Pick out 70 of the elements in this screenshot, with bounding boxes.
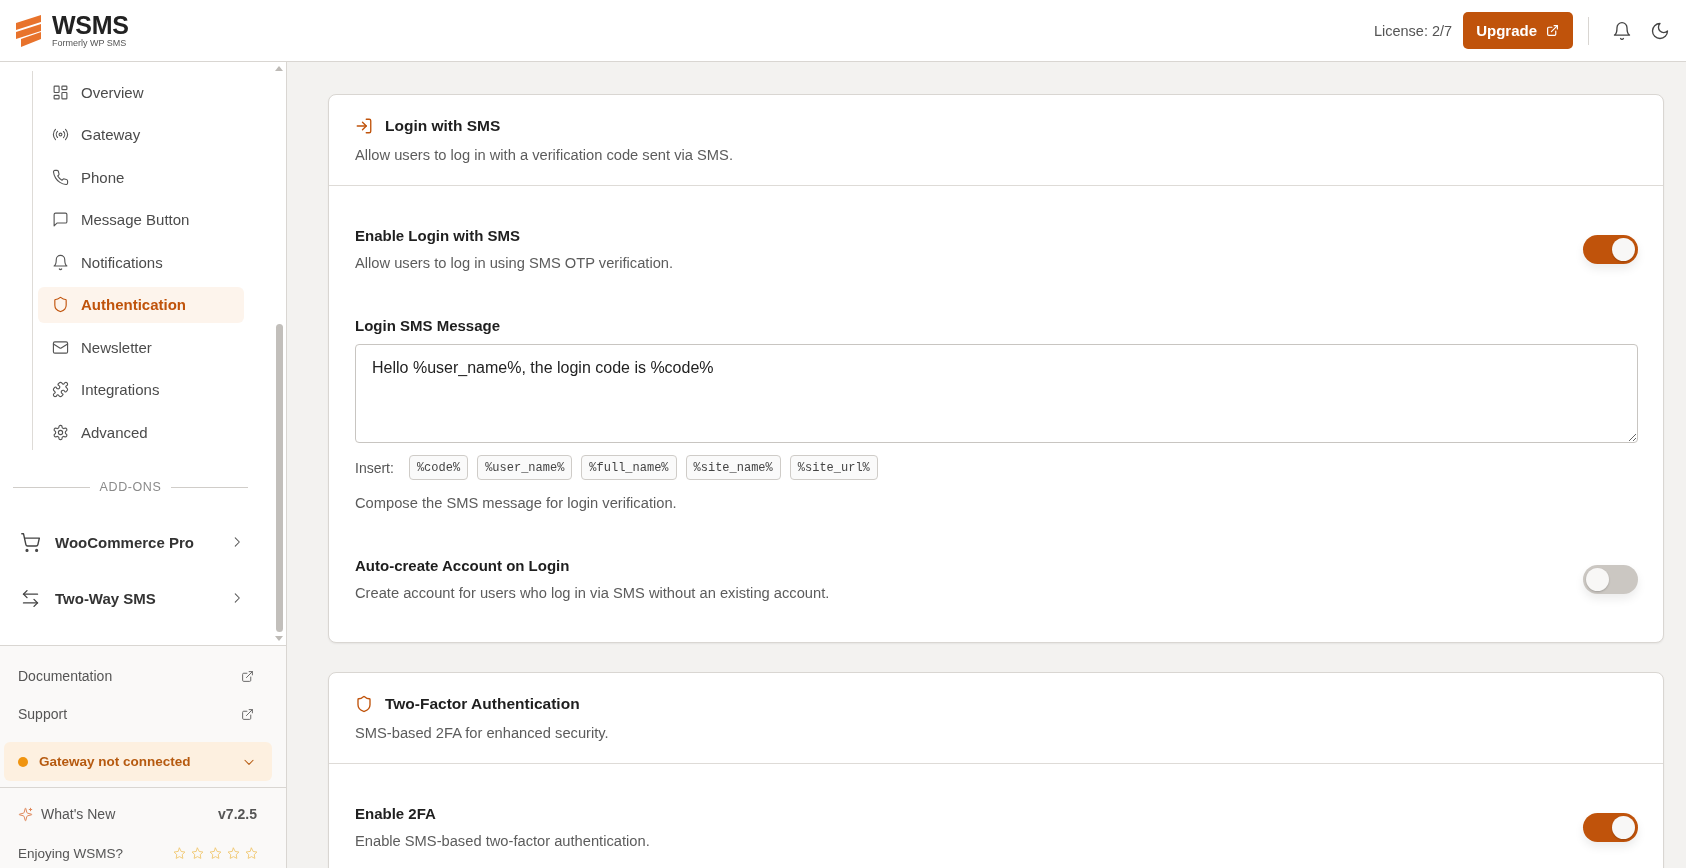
star-icon[interactable]: [191, 846, 204, 860]
nav-item[interactable]: Notifications: [38, 244, 244, 280]
sparkle-icon: [18, 806, 33, 822]
logo-icon: [14, 13, 44, 48]
external-link-icon: [241, 707, 254, 721]
token-button[interactable]: %user_name%: [477, 455, 573, 480]
version-label: v7.2.5: [218, 806, 257, 822]
whats-new-link[interactable]: What's New: [18, 806, 116, 822]
nav-item[interactable]: Advanced: [38, 414, 244, 450]
nav-item[interactable]: Message Button: [38, 201, 244, 238]
footer-link[interactable]: Documentation: [0, 657, 286, 695]
toggle-switch[interactable]: [1583, 564, 1638, 594]
puzzle-icon: [52, 381, 69, 398]
star-icon[interactable]: [245, 846, 258, 860]
setting-description: Create account for users who log in via SMS without an existing account.: [355, 584, 830, 602]
nav-item[interactable]: Gateway: [38, 116, 244, 153]
setting-description: Allow users to log in using SMS OTP verification.: [355, 254, 674, 272]
phone-icon: [52, 168, 69, 186]
card-title: Login with SMS: [385, 117, 501, 135]
bell-icon: [52, 253, 69, 271]
shield-icon: [355, 695, 373, 713]
nav-item[interactable]: Overview: [38, 74, 244, 110]
moon-icon[interactable]: [1650, 20, 1670, 41]
license-count: License: 2/7: [1373, 22, 1453, 39]
field-label: Login SMS Message: [355, 316, 502, 336]
toggle-switch[interactable]: [1583, 812, 1638, 842]
message-field[interactable]: Hello %user_name%, the login code is %code%: [355, 344, 1638, 443]
card-description: SMS-based 2FA for enhanced security.: [355, 724, 610, 742]
login-icon: [355, 117, 373, 135]
speech-bubble-icon: [52, 211, 69, 228]
nav-item[interactable]: Phone: [38, 159, 244, 195]
card-title: Two-Factor Authentication: [385, 695, 580, 713]
shield-icon: [52, 296, 69, 313]
nav-item[interactable]: Newsletter: [38, 329, 244, 365]
logo-name: WSMS: [52, 12, 129, 38]
footer-link[interactable]: Support: [0, 695, 286, 733]
external-link-icon: [241, 669, 254, 683]
star-icon[interactable]: [173, 846, 186, 860]
broadcast-icon: [52, 126, 69, 143]
setting-description: Enable SMS-based two-factor authentication.: [355, 832, 650, 850]
insert-label: Insert:: [355, 459, 394, 476]
star-icon[interactable]: [209, 846, 222, 860]
logo-tagline: Formerly WP SMS: [52, 38, 128, 49]
section-heading: ADD-ONS: [99, 480, 162, 494]
setting-title: Enable Login with SMS: [355, 226, 521, 246]
setting-title: Enable 2FA: [355, 804, 437, 824]
token-button[interactable]: %site_url%: [789, 455, 878, 480]
help-text: Compose the SMS message for login verification.: [355, 494, 678, 512]
nav-item[interactable]: Authentication: [38, 286, 244, 323]
card-description: Allow users to log in with a verification code sent via SMS.: [355, 146, 734, 164]
two-arrows-icon: [20, 587, 41, 609]
addon-item[interactable]: Two-Way SMS: [0, 570, 244, 626]
token-button[interactable]: %code%: [408, 455, 469, 480]
setting-title: Auto-create Account on Login: [355, 556, 571, 576]
gateway-status[interactable]: Gateway not connected: [4, 742, 272, 781]
addon-item[interactable]: WooCommerce Pro: [0, 514, 244, 570]
upgrade-button[interactable]: Upgrade: [1463, 12, 1573, 49]
nav-item[interactable]: Integrations: [38, 371, 244, 408]
cart-icon: [20, 531, 41, 553]
bell-icon[interactable]: [1612, 20, 1632, 41]
star-icon[interactable]: [227, 846, 240, 860]
token-button[interactable]: %full_name%: [581, 455, 677, 480]
envelope-icon: [52, 338, 69, 356]
settings-icon: [52, 423, 69, 441]
token-button[interactable]: %site_name%: [685, 455, 781, 480]
toggle-switch[interactable]: [1583, 234, 1638, 264]
external-link-icon: [1546, 24, 1559, 37]
dashboard-icon: [52, 83, 69, 101]
rating-prompt: Enjoying WSMS?: [18, 845, 124, 861]
star-rating[interactable]: [173, 846, 258, 860]
